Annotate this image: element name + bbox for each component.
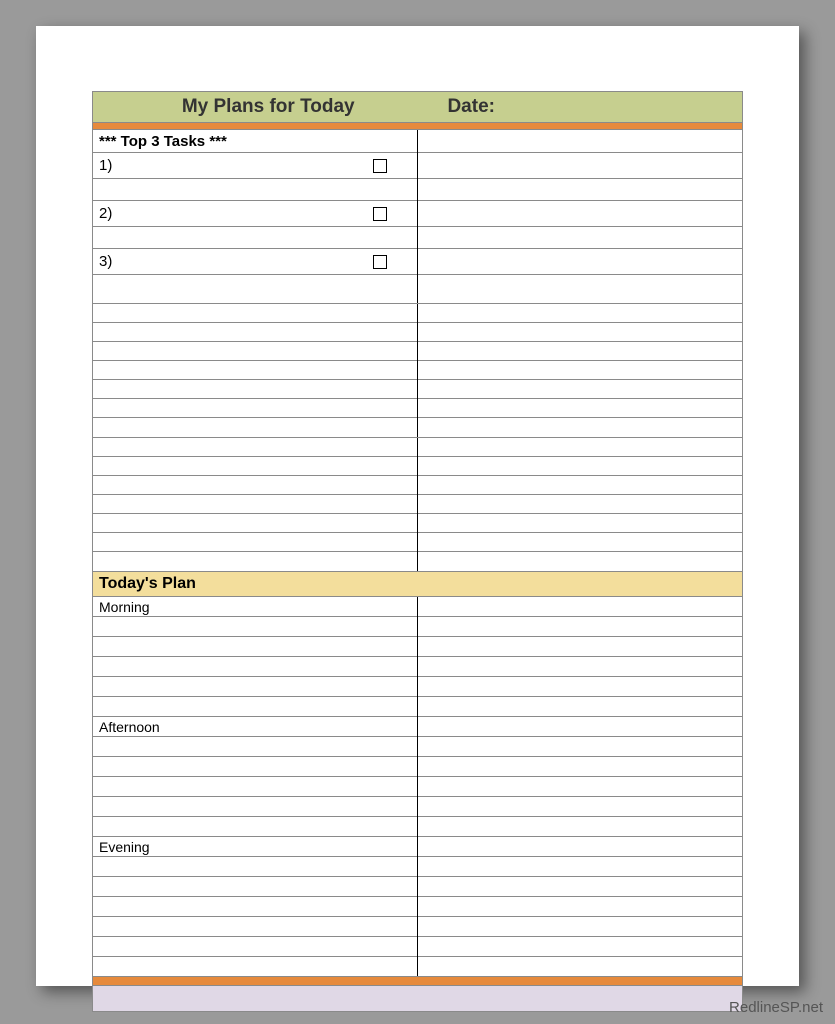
top-tasks-block: *** Top 3 Tasks *** 1) 2) 3) — [93, 130, 742, 303]
notes-block-2 — [93, 437, 742, 571]
notes-left-1 — [93, 304, 418, 437]
checkbox-icon[interactable] — [373, 207, 387, 221]
footer-accent — [93, 976, 742, 986]
notes-block-1 — [93, 303, 742, 437]
schedule-block: Morning Afternoon Evening — [93, 597, 742, 976]
period-afternoon: Afternoon — [93, 717, 417, 737]
todays-plan-label: Today's Plan — [99, 575, 196, 592]
top-tasks-left: *** Top 3 Tasks *** 1) 2) 3) — [93, 130, 418, 303]
planner-container: My Plans for Today Date: *** Top 3 Tasks… — [92, 91, 743, 1012]
schedule-right — [418, 597, 743, 976]
todays-plan-heading: Today's Plan — [93, 571, 742, 597]
divider-accent — [93, 123, 742, 130]
watermark: RedlineSP.net — [729, 999, 823, 1016]
schedule-left: Morning Afternoon Evening — [93, 597, 418, 976]
top-tasks-right — [418, 130, 743, 303]
blank-gap — [93, 275, 417, 303]
task-label-1: 1) — [99, 157, 112, 174]
task-label-2: 2) — [99, 205, 112, 222]
date-label: Date: — [443, 96, 742, 118]
header-row: My Plans for Today Date: — [93, 92, 742, 123]
page-sheet: My Plans for Today Date: *** Top 3 Tasks… — [36, 26, 799, 986]
checkbox-icon[interactable] — [373, 255, 387, 269]
period-morning: Morning — [93, 597, 417, 617]
task-row-2[interactable]: 2) — [93, 201, 417, 227]
task-row-1[interactable]: 1) — [93, 153, 417, 179]
checkbox-icon[interactable] — [373, 159, 387, 173]
top-tasks-heading: *** Top 3 Tasks *** — [93, 130, 417, 153]
task-row-3[interactable]: 3) — [93, 249, 417, 275]
notes-right-2 — [418, 438, 743, 571]
blank-line — [93, 179, 417, 201]
notes-right-1 — [418, 304, 743, 437]
task-label-3: 3) — [99, 253, 112, 270]
notes-left-2 — [93, 438, 418, 571]
period-evening: Evening — [93, 837, 417, 857]
footer-band — [93, 986, 742, 1011]
blank-line — [93, 227, 417, 249]
page-title: My Plans for Today — [93, 96, 443, 118]
